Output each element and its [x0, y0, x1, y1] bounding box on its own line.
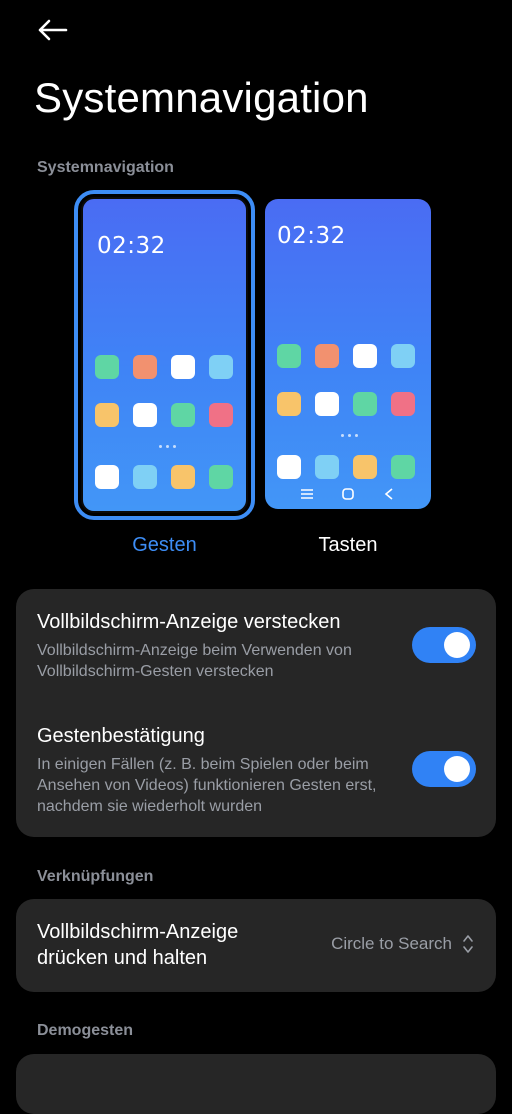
chevron-up-down-icon — [463, 935, 473, 953]
app-icon — [133, 403, 157, 427]
buttons-preview: 02:32 — [265, 199, 431, 509]
shortcut-title: Vollbildschirm-Anzeige drücken und halte… — [37, 921, 239, 969]
app-icon — [353, 344, 377, 368]
section-label-navigation: Systemnavigation — [37, 159, 174, 176]
app-icon — [277, 455, 301, 479]
gesture-confirm-toggle[interactable] — [412, 751, 476, 787]
app-icon — [95, 403, 119, 427]
app-icon — [171, 403, 195, 427]
section-label-shortcuts: Verknüpfungen — [37, 868, 154, 885]
hide-indicator-toggle[interactable] — [412, 627, 476, 663]
preview-dock — [277, 455, 415, 479]
app-icon — [315, 455, 339, 479]
nav-option-buttons[interactable]: 02:32 Tasten — [262, 190, 434, 556]
setting-gesture-confirm[interactable]: Gestenbestätigung In einigen Fällen (z. … — [37, 725, 476, 825]
setting-title: Vollbildschirm-Anzeige verstecken — [37, 611, 341, 633]
app-icon — [209, 465, 233, 489]
app-icon — [133, 465, 157, 489]
back-button[interactable] — [30, 10, 74, 50]
nav-option-label-gestures: Gesten — [132, 534, 197, 556]
preview-dock — [95, 465, 233, 489]
app-icon — [171, 355, 195, 379]
page-indicator — [159, 445, 176, 448]
app-icon — [277, 392, 301, 416]
nav-option-gestures[interactable]: 02:32 Gesten — [74, 190, 255, 556]
app-icon — [133, 355, 157, 379]
gesture-settings-card: Vollbildschirm-Anzeige verstecken Vollbi… — [16, 589, 496, 837]
app-icon — [391, 455, 415, 479]
setting-hide-indicator[interactable]: Vollbildschirm-Anzeige verstecken Vollbi… — [37, 611, 476, 711]
section-label-demo: Demogesten — [37, 1022, 134, 1039]
setting-description: Vollbildschirm-Anzeige beim Verwenden vo… — [37, 642, 352, 680]
shortcut-item[interactable]: Vollbildschirm-Anzeige drücken und halte… — [16, 899, 496, 992]
nav-option-label-buttons: Tasten — [318, 534, 378, 556]
app-icon — [391, 392, 415, 416]
page-indicator — [341, 434, 358, 437]
home-icon — [340, 486, 356, 502]
shortcut-value: Circle to Search — [331, 934, 452, 953]
setting-title: Gestenbestätigung — [37, 725, 205, 747]
menu-icon — [299, 486, 315, 502]
back-icon — [381, 486, 397, 502]
app-icon — [315, 344, 339, 368]
preview-clock: 02:32 — [277, 223, 346, 249]
app-icon — [171, 465, 195, 489]
demo-gestures-card[interactable] — [16, 1054, 496, 1114]
arrow-left-icon — [38, 19, 68, 41]
setting-description: In einigen Fällen (z. B. beim Spielen od… — [37, 756, 377, 815]
shortcut-value-selector[interactable]: Circle to Search — [331, 933, 474, 955]
app-icon — [95, 465, 119, 489]
page-title: Systemnavigation — [34, 74, 369, 121]
preview-clock: 02:32 — [97, 233, 166, 259]
app-icon — [315, 392, 339, 416]
app-icon — [95, 355, 119, 379]
preview-navbar — [265, 483, 431, 505]
selected-ring: 02:32 — [74, 190, 255, 520]
preview-app-grid — [95, 355, 233, 427]
app-icon — [209, 355, 233, 379]
gestures-preview: 02:32 — [81, 197, 248, 513]
app-icon — [391, 344, 415, 368]
app-icon — [209, 403, 233, 427]
app-icon — [277, 344, 301, 368]
preview-app-grid — [277, 344, 415, 416]
app-icon — [353, 392, 377, 416]
app-icon — [353, 455, 377, 479]
